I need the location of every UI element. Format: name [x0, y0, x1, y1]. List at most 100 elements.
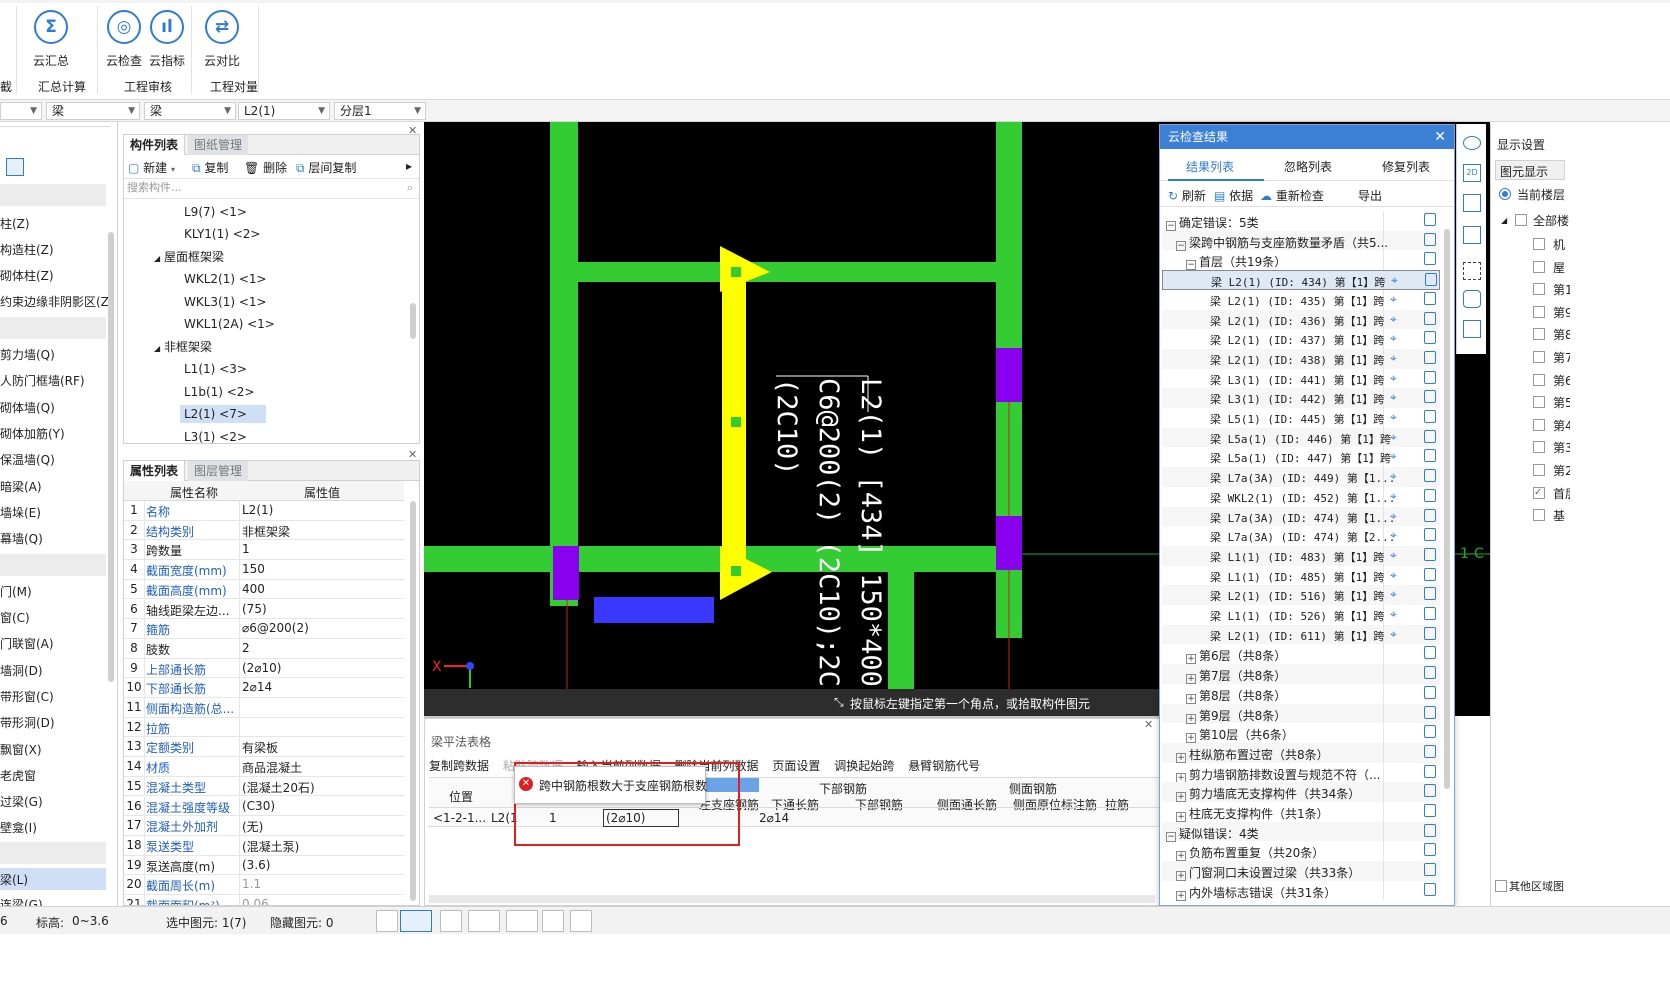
type-selector[interactable]: 梁 ▼ [144, 102, 236, 120]
scrollbar[interactable] [410, 303, 416, 339]
tab-ignored[interactable]: 忽略列表 [1284, 158, 1332, 175]
property-value[interactable]: 有梁板 [242, 739, 402, 756]
document-icon[interactable] [1424, 705, 1436, 719]
tab-fixed[interactable]: 修复列表 [1382, 158, 1430, 175]
property-value[interactable]: (混凝土泵) [242, 838, 402, 855]
result-row[interactable]: − 首层（共19条） [1162, 250, 1440, 271]
result-row[interactable]: 梁 L2(1) (ID: 611) 第【1】跨 ⌖ [1162, 624, 1440, 645]
collapse-icon[interactable]: − [1166, 831, 1176, 842]
nav-item[interactable]: 窗(C) [0, 609, 30, 626]
close-icon[interactable]: ✕ [1144, 718, 1153, 731]
nav-item[interactable]: 飘窗(X) [0, 741, 42, 758]
property-value[interactable]: L2(1) [242, 503, 402, 517]
document-icon[interactable] [1424, 370, 1436, 384]
scrollbar[interactable] [1444, 229, 1450, 789]
property-row[interactable]: 4 截面宽度(mm) 150 [124, 560, 404, 580]
tree-item[interactable]: L9(7) <1> [184, 203, 247, 221]
expand-icon[interactable]: + [1176, 792, 1186, 803]
locate-icon[interactable]: ⌖ [1390, 587, 1397, 602]
tree-item[interactable]: WKL1(2A) <1> [184, 315, 275, 333]
cross-select-icon[interactable] [440, 910, 462, 932]
tree-item[interactable]: WKL2(1) <1> [184, 270, 267, 288]
locate-icon[interactable]: ⌖ [1390, 430, 1397, 445]
tree-item[interactable]: WKL3(1) <1> [184, 293, 267, 311]
tab-drawing-manage[interactable]: 图纸管理 [188, 135, 249, 155]
document-icon[interactable] [1424, 252, 1436, 266]
arc-icon[interactable] [570, 910, 592, 932]
nav-item[interactable]: 墙洞(D) [0, 662, 43, 679]
result-row[interactable]: + 剪力墙底无支撑构件（共34条） [1162, 782, 1440, 803]
property-value[interactable]: (3.6) [242, 858, 402, 872]
nav-item[interactable]: 构造柱(Z) [0, 241, 54, 258]
nav-item[interactable]: 壁龛(I) [0, 819, 37, 836]
property-row[interactable]: 1 名称 L2(1) [124, 501, 404, 521]
property-row[interactable]: 9 上部通长筋 (2⌀10) [124, 658, 404, 679]
list-icon[interactable] [1463, 320, 1481, 338]
scrollbar[interactable] [410, 501, 416, 901]
select-mode-icon[interactable] [400, 910, 432, 932]
collapse-icon[interactable]: − [1176, 240, 1186, 251]
property-value[interactable]: 0.06 [242, 897, 402, 905]
section-header[interactable] [0, 317, 106, 339]
nav-item[interactable]: 带形窗(C) [0, 688, 54, 705]
beam-horizontal[interactable] [578, 262, 996, 282]
export-button[interactable]: 导出 [1358, 187, 1382, 204]
property-value[interactable]: 1 [242, 542, 402, 556]
tab-layer-manage[interactable]: 图层管理 [188, 461, 249, 481]
nav-item[interactable]: 砌体柱(Z) [0, 267, 54, 284]
screenshot-icon[interactable] [542, 910, 564, 932]
locate-icon[interactable]: ⌖ [1390, 548, 1397, 563]
list-view-icon[interactable] [6, 158, 24, 176]
layout-icon[interactable] [1463, 194, 1481, 212]
property-row[interactable]: 5 截面高度(mm) 400 [124, 579, 404, 600]
document-icon[interactable] [1424, 784, 1436, 798]
document-icon[interactable] [1424, 804, 1436, 817]
section-header[interactable] [0, 184, 106, 206]
close-icon[interactable]: ✕ [1434, 125, 1446, 149]
beam-vertical[interactable] [550, 122, 578, 606]
floor-checkbox[interactable] [1533, 238, 1545, 250]
property-row[interactable]: 17 混凝土外加剂 (无) [124, 816, 404, 836]
nav-item[interactable]: 幕墙(Q) [0, 530, 43, 547]
cloud-icon[interactable] [1463, 136, 1481, 150]
result-row[interactable]: + 第9层（共8条） [1162, 703, 1440, 724]
locate-icon[interactable]: ⌖ [1390, 331, 1397, 346]
nav-item-selected[interactable]: 梁(L) [0, 868, 106, 890]
floor-checkbox[interactable] [1533, 464, 1545, 476]
floor-checkbox[interactable] [1533, 260, 1545, 273]
nav-item[interactable]: 带形洞(D) [0, 714, 55, 731]
nav-item[interactable]: 约束边缘非阴影区(Z) [0, 293, 114, 310]
expand-icon[interactable]: + [1176, 772, 1186, 783]
result-row[interactable]: + 柱纵筋布置过密（共8条） [1162, 742, 1440, 763]
document-icon[interactable] [1424, 213, 1436, 226]
expand-icon[interactable]: + [1176, 851, 1186, 862]
document-icon[interactable] [1424, 843, 1436, 857]
locate-icon[interactable]: ⌖ [1390, 351, 1397, 366]
property-value[interactable]: (C30) [242, 799, 402, 813]
document-icon[interactable] [1424, 685, 1436, 699]
property-value[interactable]: 150 [242, 562, 402, 576]
grip-point[interactable] [731, 267, 741, 277]
result-row[interactable]: + 剪力墙钢筋排数设置与规范不符（... [1162, 762, 1440, 783]
nav-item[interactable]: 墙垛(E) [0, 504, 41, 521]
property-value[interactable]: (2⌀10) [242, 661, 402, 675]
property-value[interactable]: 2⌀14 [242, 680, 402, 694]
result-row[interactable]: 梁 L2(1) (ID: 437) 第【1】跨 ⌖ [1162, 329, 1440, 349]
floor-checkbox[interactable] [1533, 305, 1545, 318]
tree-item[interactable]: L3(1) <2> [184, 428, 247, 446]
result-row[interactable]: + 第6层（共8条） [1162, 644, 1440, 665]
tree-item[interactable]: L1(1) <3> [184, 360, 247, 378]
cell-bottom-bar[interactable]: 2⌀14 [759, 811, 789, 825]
tab-component-list[interactable]: 构件列表 [124, 135, 186, 155]
document-icon[interactable] [1424, 291, 1436, 305]
rotate-icon[interactable] [1463, 290, 1481, 308]
property-value[interactable]: (75) [242, 602, 402, 616]
property-value[interactable]: (无) [242, 818, 402, 835]
nav-item[interactable]: 柱(Z) [0, 215, 30, 232]
property-value[interactable]: 2 [242, 641, 402, 655]
floor-checkbox[interactable] [1533, 283, 1545, 296]
property-row[interactable]: 19 泵送高度(m) (3.6) [124, 855, 404, 876]
document-icon[interactable] [1424, 390, 1436, 404]
document-icon[interactable] [1424, 350, 1436, 364]
expand-icon[interactable]: + [1186, 733, 1196, 744]
